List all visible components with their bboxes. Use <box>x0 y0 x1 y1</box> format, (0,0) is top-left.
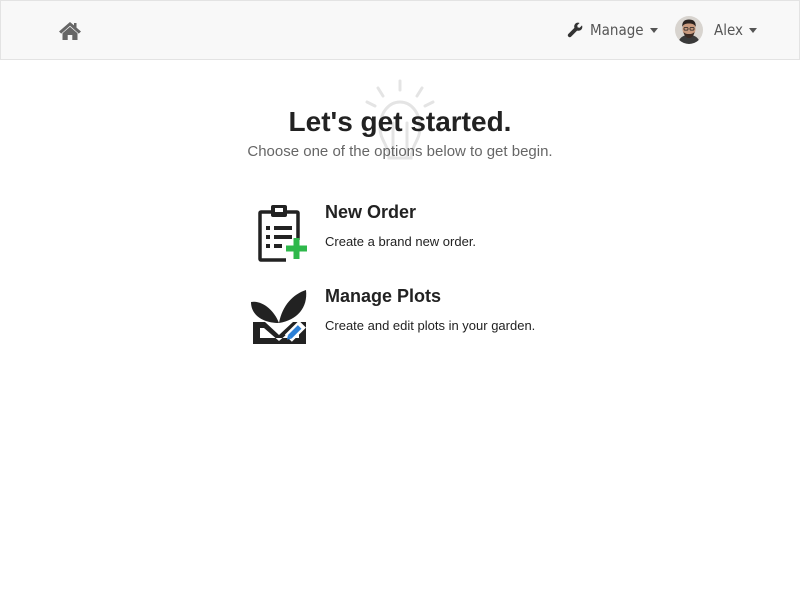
plant-edit-icon <box>251 290 307 344</box>
option-title: Manage Plots <box>325 286 442 306</box>
page-subtitle: Choose one of the options below to get b… <box>247 143 553 160</box>
page-title: Let's get started. <box>288 106 512 137</box>
manage-menu[interactable]: Manage <box>567 1 658 59</box>
home-icon <box>59 22 81 40</box>
clipboard-add-icon <box>258 205 308 262</box>
user-menu[interactable]: Alex <box>675 1 758 59</box>
option-description: Create a brand new order. <box>325 234 477 249</box>
avatar <box>675 16 703 44</box>
wrench-icon <box>567 22 583 38</box>
option-description: Create and edit plots in your garden. <box>325 318 536 333</box>
manage-label: Manage <box>590 21 644 39</box>
new-order-option[interactable]: New Order Create a brand new order. <box>248 200 588 266</box>
option-title: New Order <box>325 202 417 222</box>
chevron-down-icon <box>749 27 758 33</box>
chevron-down-icon <box>649 27 658 33</box>
top-navbar: Manage Alex <box>0 0 800 60</box>
manage-plots-option[interactable]: Manage Plots Create and edit plots in yo… <box>248 284 588 350</box>
home-button[interactable] <box>57 19 83 43</box>
user-name: Alex <box>714 21 744 39</box>
